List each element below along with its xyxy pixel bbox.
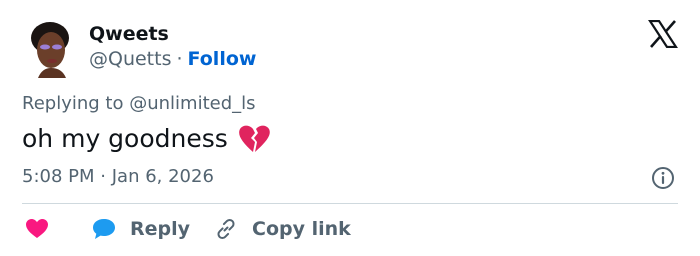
like-button[interactable] <box>26 215 48 243</box>
tweet-date: Jan 6, 2026 <box>111 166 214 187</box>
replying-to: Replying to @unlimited_ls <box>22 92 256 116</box>
speech-bubble-icon <box>93 219 115 239</box>
author-handle[interactable]: @Quetts <box>89 48 172 70</box>
timestamp-separator: · <box>100 166 106 187</box>
heart-icon <box>26 219 48 238</box>
broken-heart-icon <box>238 125 270 152</box>
divider <box>22 203 678 204</box>
copy-link-button[interactable]: Copy link <box>214 215 351 243</box>
reply-button[interactable]: Reply <box>92 215 190 243</box>
replying-prefix: Replying to <box>22 93 124 114</box>
separator-dot: · <box>176 48 183 70</box>
tweet-text-row: oh my goodness <box>22 122 270 156</box>
author-name[interactable]: Qweets <box>89 22 169 46</box>
timestamp[interactable]: 5:08 PM · Jan 6, 2026 <box>22 165 214 189</box>
replying-to-mention[interactable]: @unlimited_ls <box>129 93 255 114</box>
embedded-tweet-card: Qweets @Quetts · Follow Replying to @unlim… <box>0 0 700 256</box>
tweet-text: oh my goodness <box>22 124 228 153</box>
tweet-time: 5:08 PM <box>22 166 95 187</box>
link-icon <box>217 218 235 240</box>
reply-label: Reply <box>130 218 191 240</box>
x-logo-icon[interactable] <box>648 20 678 48</box>
info-icon[interactable] <box>651 166 675 190</box>
follow-button[interactable]: Follow <box>188 48 257 70</box>
avatar[interactable] <box>24 18 76 78</box>
copy-link-label: Copy link <box>252 218 351 240</box>
handle-row: @Quetts · Follow <box>89 47 256 71</box>
